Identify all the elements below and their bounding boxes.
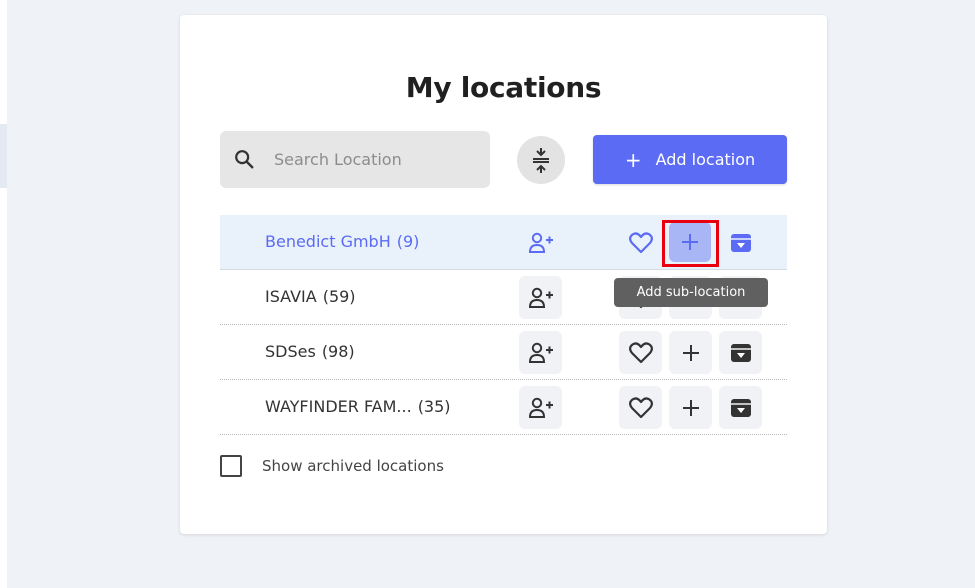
search-input[interactable] xyxy=(274,131,474,188)
add-location-button[interactable]: + Add location xyxy=(593,135,787,184)
heart-icon xyxy=(628,341,653,363)
favorite-button[interactable] xyxy=(619,221,662,264)
plus-icon: + xyxy=(624,147,642,172)
heart-icon xyxy=(628,396,653,418)
plus-icon xyxy=(682,344,699,361)
location-name[interactable]: SDSes (98) xyxy=(265,325,355,379)
add-sub-location-highlight xyxy=(662,220,719,267)
add-user-button[interactable] xyxy=(519,331,562,374)
add-user-button[interactable] xyxy=(519,276,562,319)
add-location-label: Add location xyxy=(655,150,756,169)
add-user-icon xyxy=(528,287,553,308)
archive-icon xyxy=(730,398,751,417)
archive-button[interactable] xyxy=(719,386,762,429)
tooltip: Add sub-location xyxy=(614,278,768,307)
collapse-icon xyxy=(533,148,549,173)
page-title: My locations xyxy=(405,71,602,104)
show-archived-checkbox[interactable] xyxy=(220,455,242,477)
add-user-button[interactable] xyxy=(519,221,562,264)
locations-card: My locations + Add location Benedict Gmb… xyxy=(180,15,827,534)
plus-icon xyxy=(682,399,699,416)
archive-button[interactable] xyxy=(719,221,762,264)
add-user-button[interactable] xyxy=(519,386,562,429)
favorite-button[interactable] xyxy=(619,386,662,429)
location-row[interactable]: SDSes (98) xyxy=(220,325,787,380)
search-box[interactable] xyxy=(220,131,490,188)
location-row[interactable]: WAYFINDER FAM... (35) xyxy=(220,380,787,435)
archive-icon xyxy=(730,343,751,362)
archive-button[interactable] xyxy=(719,331,762,374)
location-name[interactable]: ISAVIA (59) xyxy=(265,270,356,324)
add-sub-location-button[interactable] xyxy=(669,386,712,429)
search-icon xyxy=(235,150,254,169)
add-user-icon xyxy=(528,342,553,363)
add-sub-location-button[interactable] xyxy=(669,331,712,374)
heart-icon xyxy=(628,231,653,253)
left-rail-active-item[interactable] xyxy=(0,124,7,188)
left-rail xyxy=(0,0,7,588)
location-name[interactable]: Benedict GmbH (9) xyxy=(265,215,419,269)
archive-icon xyxy=(730,233,751,252)
add-user-icon xyxy=(528,232,553,253)
show-archived-toggle[interactable]: Show archived locations xyxy=(220,455,444,477)
add-user-icon xyxy=(528,397,553,418)
location-name[interactable]: WAYFINDER FAM... (35) xyxy=(265,380,451,434)
favorite-button[interactable] xyxy=(619,331,662,374)
show-archived-label: Show archived locations xyxy=(262,457,444,475)
collapse-all-button[interactable] xyxy=(517,136,565,184)
